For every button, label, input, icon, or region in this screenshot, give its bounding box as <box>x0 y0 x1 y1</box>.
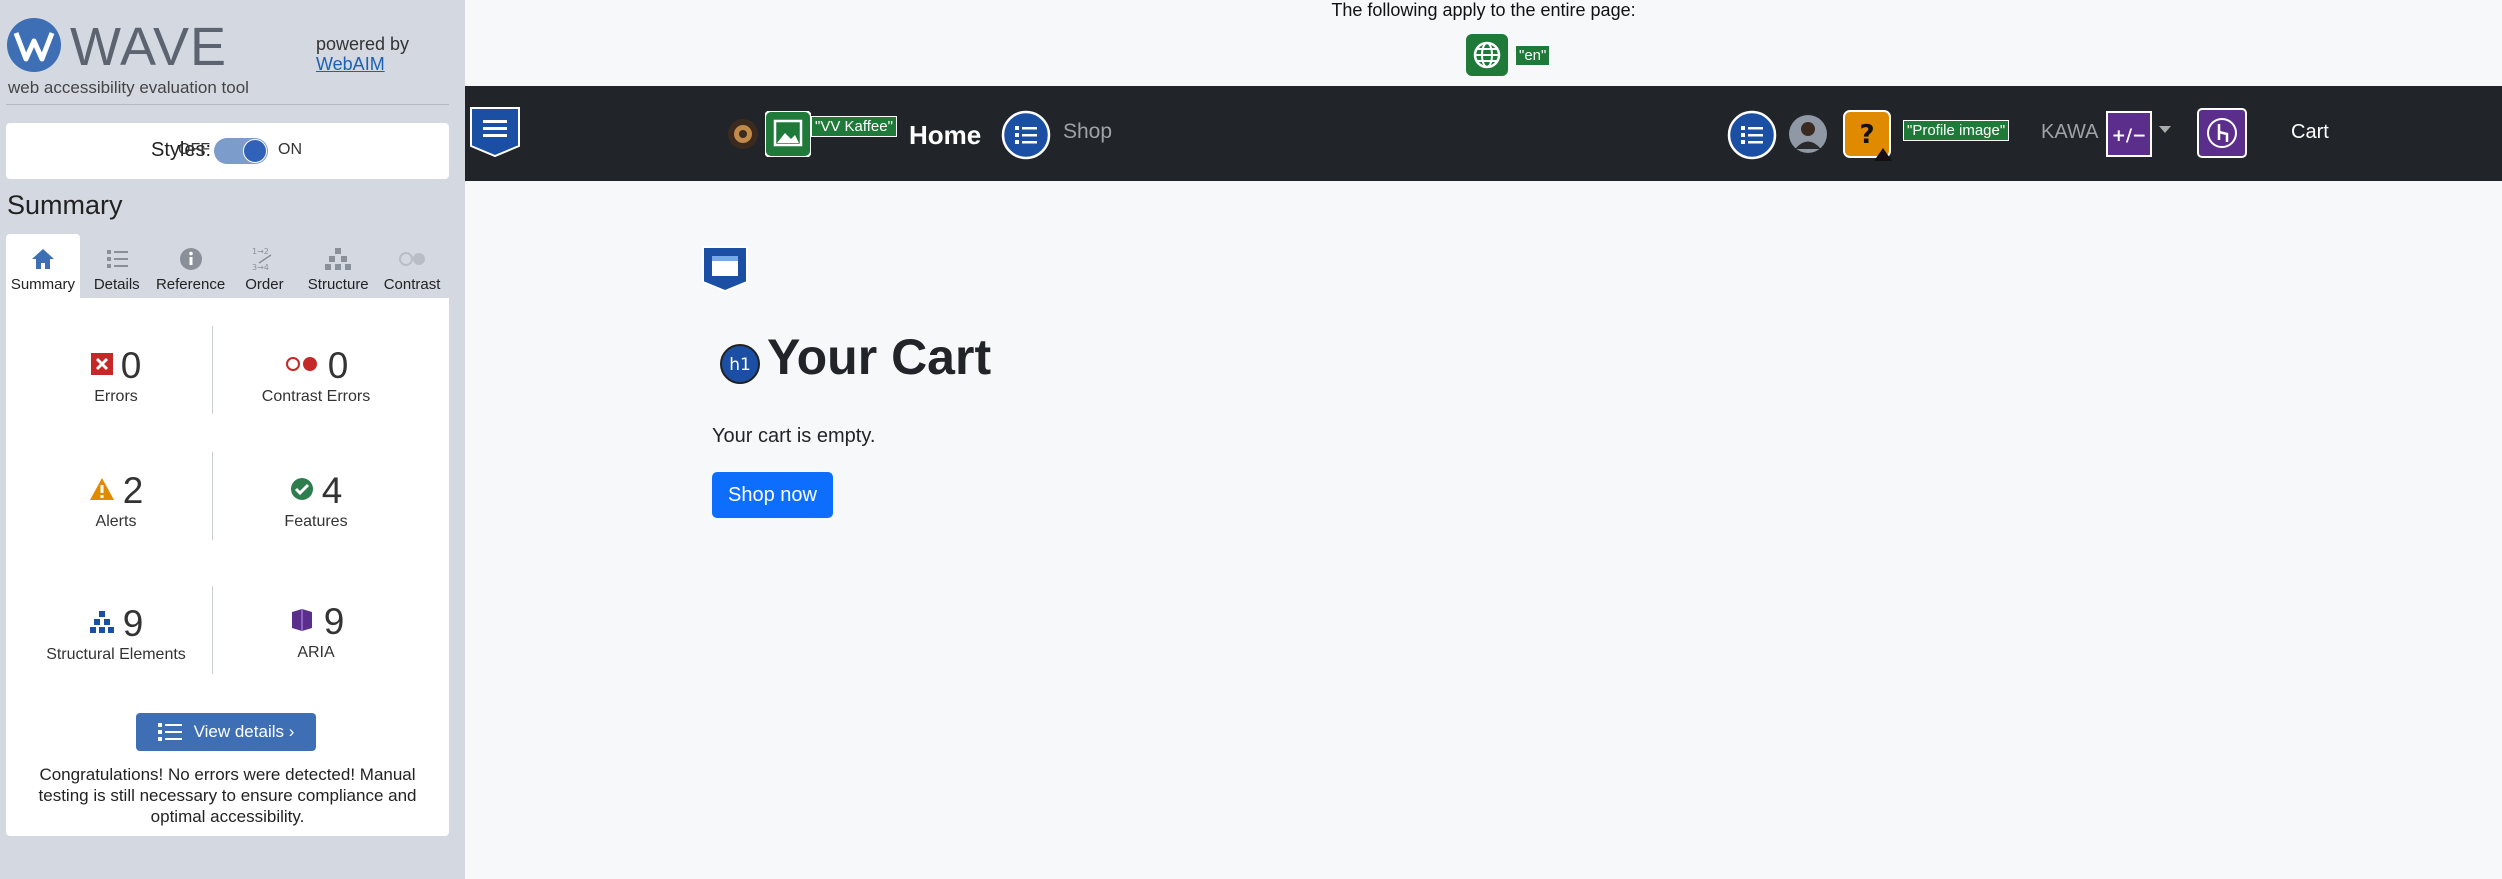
stat-structural: 9 Structural Elements <box>16 604 216 664</box>
wave-logo-text: WAVE <box>70 17 228 77</box>
feature-check-icon <box>290 477 314 506</box>
list-icon <box>157 723 182 741</box>
errors-label: Errors <box>94 388 138 405</box>
powered-by: powered by WebAIM <box>316 34 409 74</box>
main-region-icon[interactable] <box>702 246 748 292</box>
linked-image-icon[interactable] <box>765 111 811 157</box>
features-label: Features <box>284 513 348 530</box>
styles-off-label: OFF <box>178 141 210 158</box>
tab-reference[interactable]: Reference <box>154 234 228 298</box>
stat-features: 4 Features <box>216 471 416 531</box>
nav-cart-link[interactable]: Cart <box>2291 121 2329 144</box>
aria-expanded-icon[interactable]: +/− <box>2105 110 2153 158</box>
wave-tabs: Summary Details Reference 1→2 3→4 Order S… <box>6 234 449 298</box>
wave-logo-icon <box>7 18 61 72</box>
toggle-knob <box>243 139 267 163</box>
page-level-note: The following apply to the entire page: <box>1331 0 1636 20</box>
stat-contrast-errors: 0 Contrast Errors <box>216 346 416 406</box>
styles-on-label: ON <box>278 141 302 158</box>
info-icon <box>179 248 202 270</box>
chevron-down-icon[interactable] <box>2159 126 2171 133</box>
powered-by-text: powered by <box>316 34 410 54</box>
stat-divider <box>212 452 213 540</box>
aria-count: 9 <box>323 601 345 642</box>
tab-structure[interactable]: Structure <box>301 234 375 298</box>
home-icon <box>31 249 54 269</box>
alert-icon <box>89 477 115 506</box>
order-icon: 1→2 3→4 <box>252 247 272 272</box>
aria-button-icon[interactable] <box>2197 108 2247 158</box>
lang-badge: "en" <box>1514 44 1551 66</box>
alert-question-icon[interactable]: ? <box>1843 110 1895 162</box>
page-title: Your Cart <box>767 329 992 385</box>
stat-divider <box>212 326 213 414</box>
nav-shop-link[interactable]: Shop <box>1063 120 1112 144</box>
stat-errors: 0 Errors <box>16 346 216 406</box>
summary-panel: Summary Details Reference 1→2 3→4 Order S… <box>6 234 449 836</box>
contrast-errors-label: Contrast Errors <box>261 388 371 405</box>
styles-toggle-box: Styles: OFF ON <box>6 123 449 179</box>
tab-label: Contrast <box>383 276 441 293</box>
aria-label: ARIA <box>297 644 335 661</box>
profile-alt-badge: "Profile image" <box>1902 120 2010 141</box>
stat-divider <box>212 586 213 674</box>
brand-logo-icon[interactable] <box>727 118 759 150</box>
svg-text:+/−: +/− <box>2112 126 2147 146</box>
svg-text:?: ? <box>1859 120 1874 150</box>
view-details-label: View details › <box>193 722 295 741</box>
contrast-icon <box>399 252 426 266</box>
congrats-message: Congratulations! No errors were detected… <box>38 765 417 826</box>
summary-heading: Summary <box>7 190 123 220</box>
errors-count: 0 <box>120 345 142 386</box>
tab-summary[interactable]: Summary <box>6 234 80 298</box>
wave-subtitle: web accessibility evaluation tool <box>8 78 249 97</box>
tab-details[interactable]: Details <box>80 234 154 298</box>
user-menu-label[interactable]: KAWA <box>2041 121 2098 144</box>
tab-order[interactable]: 1→2 3→4 Order <box>227 234 301 298</box>
tab-contrast[interactable]: Contrast <box>375 234 449 298</box>
styles-toggle[interactable] <box>214 138 268 164</box>
list-icon <box>106 250 128 268</box>
avatar[interactable] <box>1788 114 1828 154</box>
view-details-button[interactable]: View details › <box>136 713 316 751</box>
svg-text:3→4: 3→4 <box>252 263 269 272</box>
aria-cube-icon <box>288 606 316 639</box>
navigation-region-icon[interactable] <box>469 106 521 158</box>
empty-cart-message: Your cart is empty. <box>712 425 876 447</box>
alerts-count: 2 <box>122 470 144 511</box>
structural-count: 9 <box>122 603 144 644</box>
tab-label: Structure <box>307 276 369 293</box>
structure-icon <box>325 248 352 270</box>
contrast-error-icon <box>284 353 320 380</box>
tab-label: Reference <box>155 276 226 293</box>
sidebar-divider <box>6 104 449 105</box>
alerts-label: Alerts <box>95 513 137 530</box>
structural-label: Structural Elements <box>46 646 186 663</box>
brand-alt-badge: "VV Kaffee" <box>811 116 897 137</box>
tab-label: Order <box>245 276 284 293</box>
tab-label: Details <box>93 276 140 293</box>
list-region-icon[interactable] <box>1727 110 1777 160</box>
contrast-errors-count: 0 <box>327 345 349 386</box>
nav-home-link[interactable]: Home <box>909 120 981 151</box>
site-navbar: "VV Kaffee" Home Shop ? "Profile image" … <box>465 86 2502 181</box>
heading-h1-icon[interactable]: h1 <box>720 344 760 384</box>
stat-aria: 9 ARIA <box>216 602 416 662</box>
language-indicator: "en" <box>1466 34 1551 76</box>
structural-icon <box>89 609 115 640</box>
wave-sidebar: WAVE web accessibility evaluation tool p… <box>0 0 465 879</box>
h1-icon-label: h1 <box>729 355 751 375</box>
globe-icon[interactable] <box>1466 34 1508 76</box>
svg-text:1→2: 1→2 <box>252 247 269 256</box>
shop-now-button[interactable]: Shop now <box>712 472 833 518</box>
stat-alerts: 2 Alerts <box>16 471 216 531</box>
error-icon <box>90 352 113 380</box>
features-count: 4 <box>321 470 343 511</box>
tab-label: Summary <box>10 276 75 293</box>
list-region-icon[interactable] <box>1001 110 1051 160</box>
webaim-link[interactable]: WebAIM <box>316 54 409 74</box>
